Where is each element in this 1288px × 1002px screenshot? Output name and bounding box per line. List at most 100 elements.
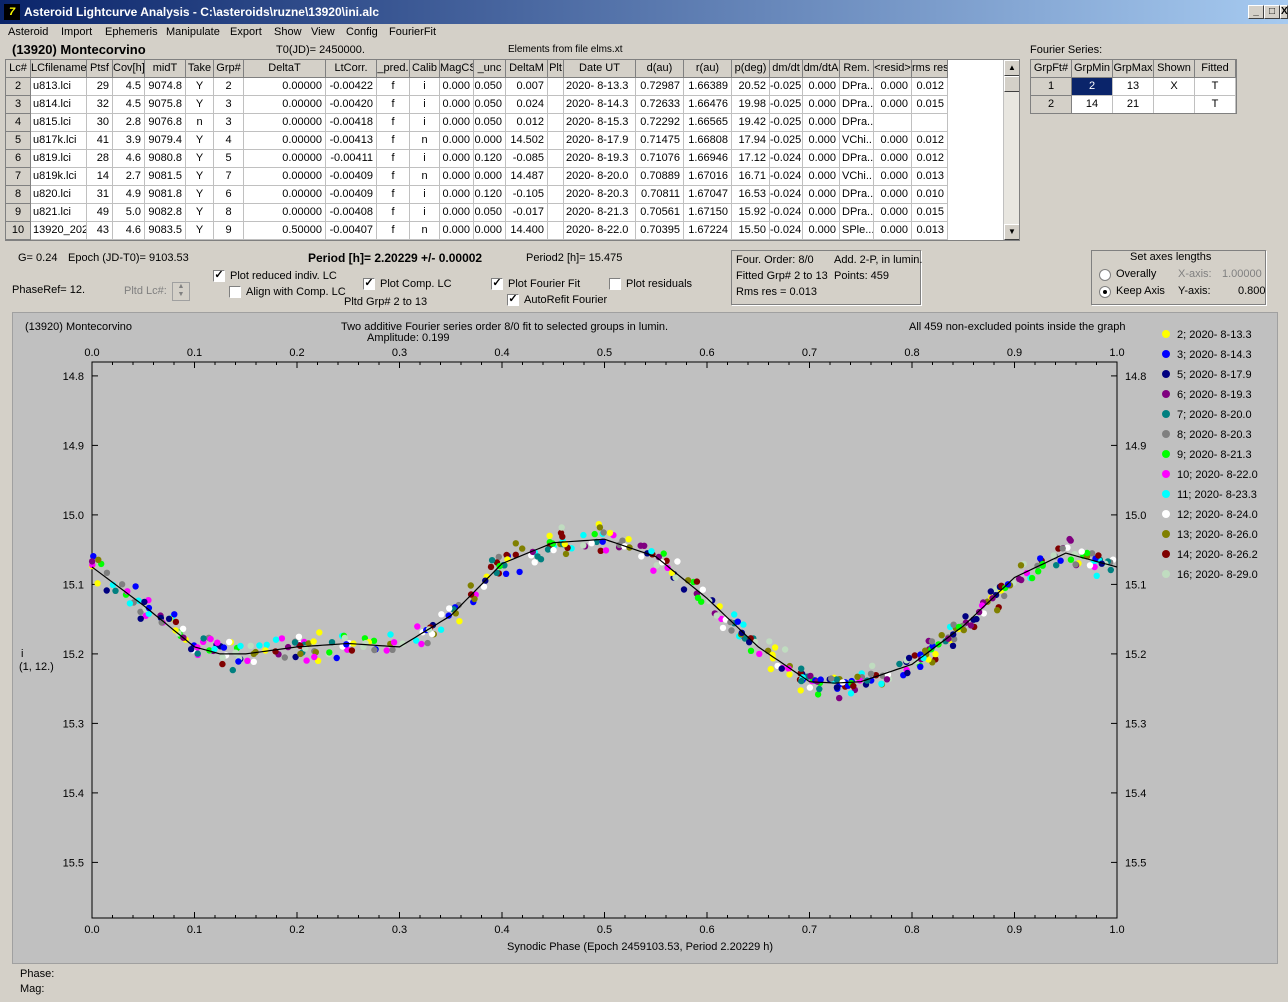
table-cell[interactable]: 29 (87, 78, 113, 96)
table-cell[interactable]: 0.050 (474, 114, 506, 132)
table-cell[interactable]: f (377, 168, 410, 186)
table-cell[interactable]: 2020- 8-15.3 (564, 114, 636, 132)
minimize-button[interactable]: _ (1248, 5, 1264, 19)
table-cell[interactable]: 8 (6, 186, 31, 204)
table-cell[interactable]: u813.lci (31, 78, 87, 96)
align-comp-checkbox[interactable] (229, 286, 241, 298)
table-cell[interactable]: 1.66476 (684, 96, 732, 114)
column-header[interactable]: rms res (912, 60, 948, 78)
table-cell[interactable]: 2 (6, 78, 31, 96)
column-header[interactable]: DeltaM (506, 60, 548, 78)
plot-residuals-checkbox[interactable] (609, 278, 621, 290)
table-cell[interactable]: 16.53 (732, 186, 770, 204)
table-cell[interactable]: 0.72987 (636, 78, 684, 96)
table-cell[interactable]: 30 (87, 114, 113, 132)
table-cell[interactable]: -0.00409 (326, 168, 377, 186)
column-header[interactable]: <resid> (874, 60, 912, 78)
table-cell[interactable]: 9081.8 (145, 186, 186, 204)
table-cell[interactable]: -0.025 (770, 78, 803, 96)
table-cell[interactable]: 3 (214, 114, 244, 132)
table-cell[interactable]: 4.6 (113, 150, 145, 168)
table-cell[interactable]: 0.050 (474, 78, 506, 96)
table-cell[interactable]: 0.000 (440, 204, 474, 222)
table-cell[interactable]: T (1195, 78, 1236, 96)
y-axis-value[interactable]: 0.800 (1238, 285, 1266, 297)
table-cell[interactable]: 0.70811 (636, 186, 684, 204)
lightcurve-table[interactable]: Lc# LCfilename Ptsf Cov[h] midT Take Grp# Delta… (5, 59, 1020, 241)
table-cell[interactable]: 6 (214, 186, 244, 204)
table-cell[interactable]: 6 (6, 150, 31, 168)
table-cell[interactable]: 0.000 (874, 204, 912, 222)
table-cell[interactable]: 0.000 (874, 132, 912, 150)
table-cell[interactable]: 0.000 (874, 96, 912, 114)
table-cell[interactable]: -0.024 (770, 150, 803, 168)
table-cell[interactable]: 2020- 8-17.9 (564, 132, 636, 150)
plot-reduced-checkbox[interactable]: ✓ (213, 270, 225, 282)
table-cell[interactable]: 0.000 (803, 168, 840, 186)
table-cell[interactable]: 0.72633 (636, 96, 684, 114)
table-cell[interactable]: 0.70889 (636, 168, 684, 186)
table-cell[interactable]: 0.000 (440, 78, 474, 96)
table-cell[interactable]: 0.000 (874, 150, 912, 168)
table-cell[interactable]: -0.00422 (326, 78, 377, 96)
menu-ephemeris[interactable]: Ephemeris (105, 26, 158, 38)
table-cell[interactable] (912, 114, 948, 132)
table-cell[interactable]: 0.120 (474, 150, 506, 168)
table-cell[interactable]: -0.017 (506, 204, 548, 222)
table-cell[interactable]: 0.012 (912, 150, 948, 168)
table-cell[interactable]: DPra... (840, 96, 874, 114)
table-cell[interactable]: 0.71475 (636, 132, 684, 150)
scroll-down-icon[interactable]: ▼ (1004, 224, 1019, 240)
table-cell[interactable]: -0.024 (770, 204, 803, 222)
menu-config[interactable]: Config (346, 26, 378, 38)
column-header[interactable]: Rem. (840, 60, 874, 78)
table-cell[interactable]: 49 (87, 204, 113, 222)
table-cell[interactable]: f (377, 96, 410, 114)
column-header[interactable]: dm/dt (770, 60, 803, 78)
lightcurve-plot-panel[interactable]: (13920) Montecorvino Two additive Fourier… (12, 312, 1278, 964)
table-cell[interactable]: 0.000 (474, 168, 506, 186)
table-cell[interactable]: 2 (1031, 96, 1072, 113)
table-cell[interactable]: 2020- 8-13.3 (564, 78, 636, 96)
table-cell[interactable]: 1.66808 (684, 132, 732, 150)
table-cell[interactable]: 0.00000 (244, 96, 326, 114)
table-cell[interactable]: 9 (6, 204, 31, 222)
table-cell[interactable]: 4.6 (113, 222, 145, 240)
table-cell[interactable]: u815.lci (31, 114, 87, 132)
table-cell[interactable]: 9075.8 (145, 96, 186, 114)
table-cell[interactable]: i (410, 78, 440, 96)
table-cell[interactable]: 2.8 (113, 114, 145, 132)
column-header[interactable]: r(au) (684, 60, 732, 78)
table-cell[interactable]: 15.50 (732, 222, 770, 240)
table-cell[interactable]: Y (186, 204, 214, 222)
column-header[interactable]: GrpMax (1113, 60, 1154, 78)
table-cell[interactable]: 0.000 (474, 222, 506, 240)
table-cell[interactable]: 0.120 (474, 186, 506, 204)
column-header[interactable]: dm/dtA (803, 60, 840, 78)
table-cell[interactable]: -0.00409 (326, 186, 377, 204)
table-cell[interactable]: 28 (87, 150, 113, 168)
table-cell[interactable]: Y (186, 150, 214, 168)
scroll-up-icon[interactable]: ▲ (1004, 60, 1019, 76)
table-cell[interactable]: Y (186, 168, 214, 186)
table-cell[interactable]: 2 (214, 78, 244, 96)
table-cell[interactable]: f (377, 114, 410, 132)
table-cell[interactable]: 0.000 (874, 78, 912, 96)
table-cell[interactable]: 14.487 (506, 168, 548, 186)
table-cell[interactable]: 0.007 (506, 78, 548, 96)
table-cell[interactable]: 0.013 (912, 168, 948, 186)
table-cell[interactable]: 8 (214, 204, 244, 222)
table-cell[interactable]: 5.0 (113, 204, 145, 222)
table-cell[interactable]: -0.00420 (326, 96, 377, 114)
table-cell[interactable]: -0.00411 (326, 150, 377, 168)
table-cell[interactable]: 0.000 (874, 186, 912, 204)
table-cell[interactable]: 0.00000 (244, 78, 326, 96)
table-cell[interactable]: SPle... (840, 222, 874, 240)
table-cell[interactable]: 0.000 (803, 150, 840, 168)
table-cell[interactable]: 17.12 (732, 150, 770, 168)
table-cell[interactable]: 2020- 8-22.0 (564, 222, 636, 240)
column-header[interactable]: Fitted (1195, 60, 1236, 78)
table-cell[interactable]: -0.024 (770, 186, 803, 204)
close-button[interactable]: X (1280, 5, 1288, 19)
table-cell[interactable]: 16.71 (732, 168, 770, 186)
